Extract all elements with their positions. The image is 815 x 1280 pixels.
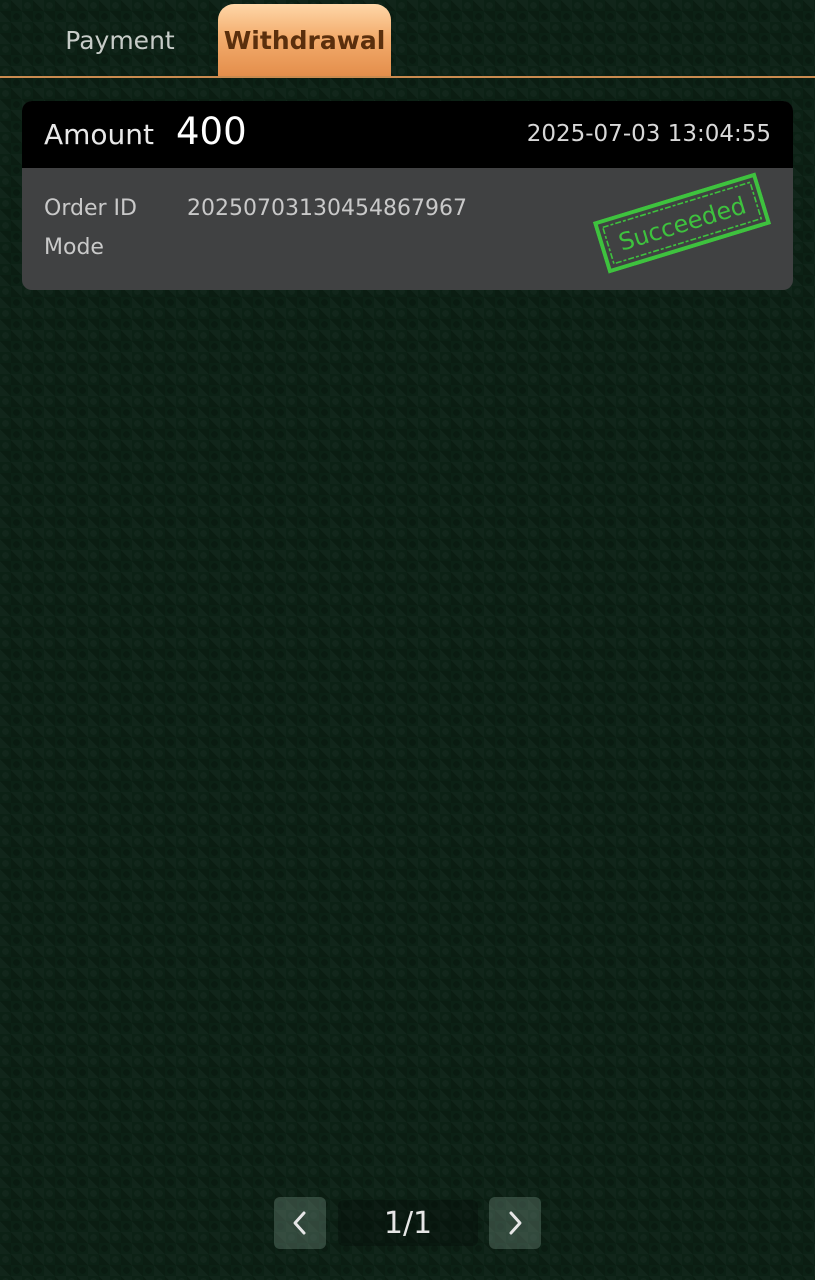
chevron-right-icon bbox=[509, 1211, 522, 1235]
chevron-left-icon bbox=[293, 1211, 306, 1235]
page-indicator: 1/1 bbox=[338, 1200, 478, 1246]
status-stamp: Succeeded bbox=[592, 172, 772, 274]
order-id-value: 20250703130454867967 bbox=[187, 196, 467, 221]
tab-withdrawal[interactable]: Withdrawal bbox=[218, 4, 391, 76]
tab-payment[interactable]: Payment bbox=[30, 4, 210, 76]
withdrawal-record-card: Amount 400 2025-07-03 13:04:55 Order ID … bbox=[22, 101, 793, 290]
amount-label: Amount bbox=[44, 118, 155, 151]
status-text: Succeeded bbox=[615, 191, 749, 256]
record-timestamp: 2025-07-03 13:04:55 bbox=[526, 121, 771, 147]
order-id-label: Order ID bbox=[44, 196, 137, 221]
tab-bar: Payment Withdrawal bbox=[0, 0, 815, 78]
mode-label: Mode bbox=[44, 235, 104, 260]
record-header: Amount 400 2025-07-03 13:04:55 bbox=[22, 101, 793, 168]
amount-value: 400 bbox=[176, 110, 247, 153]
previous-page-button[interactable] bbox=[274, 1197, 326, 1249]
next-page-button[interactable] bbox=[489, 1197, 541, 1249]
